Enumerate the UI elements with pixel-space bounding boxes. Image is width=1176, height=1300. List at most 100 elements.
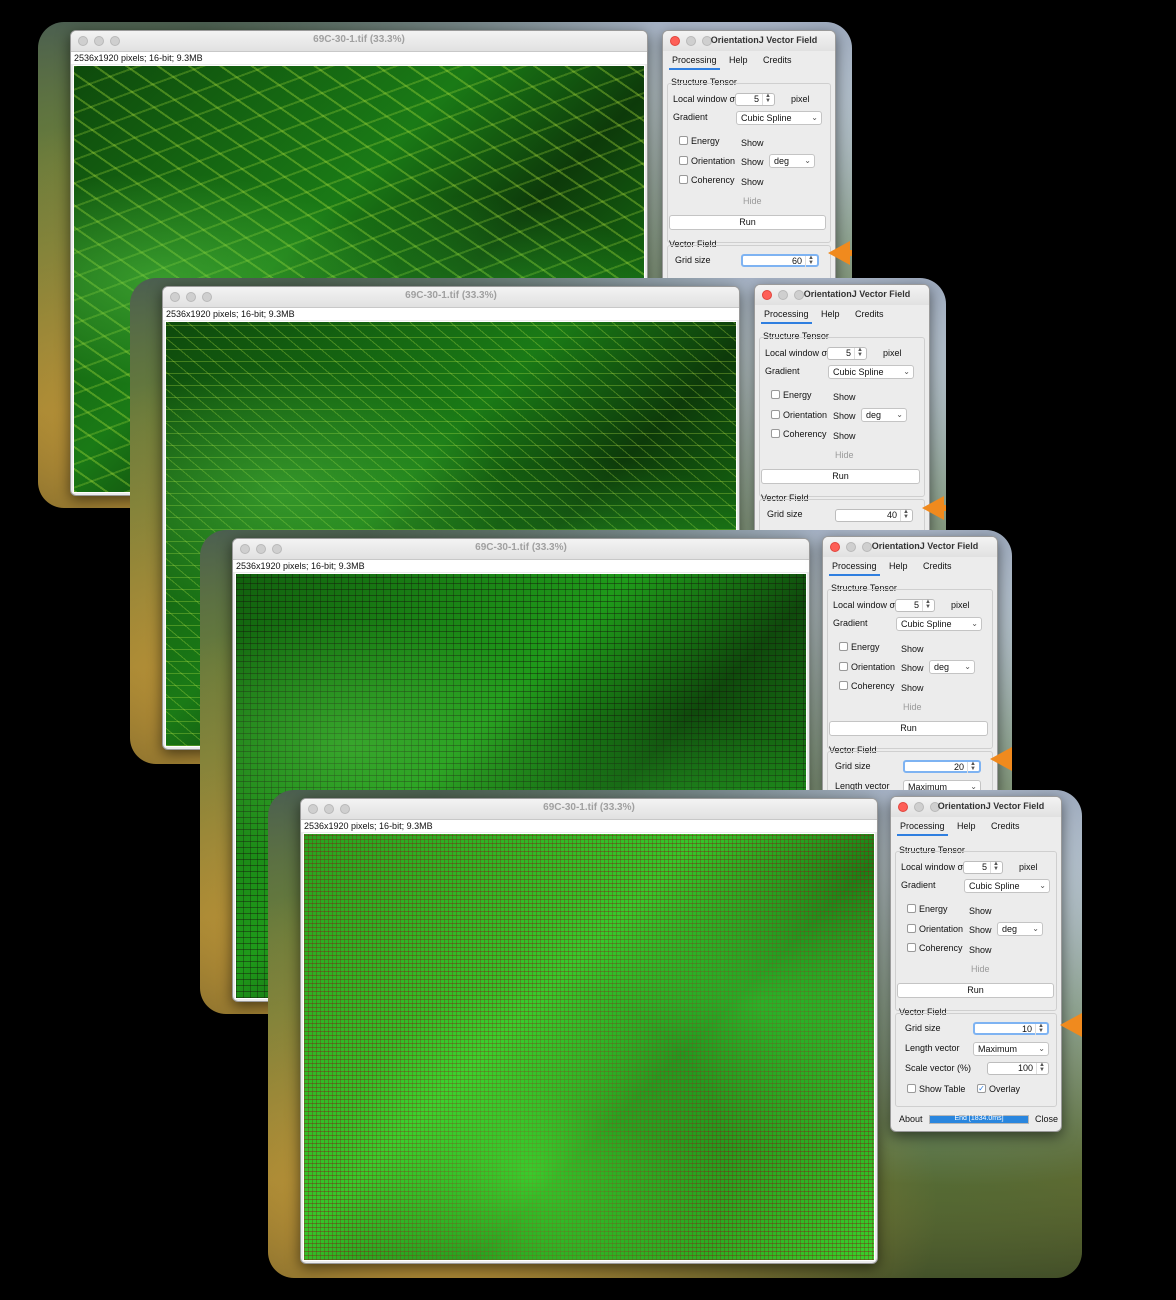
image-canvas[interactable] xyxy=(303,833,875,1261)
window-titlebar[interactable]: 69C-30-1.tif (33.3%) xyxy=(71,31,647,52)
tab-credits[interactable]: Credits xyxy=(763,55,792,65)
chevron-down-icon: ⌄ xyxy=(896,410,903,419)
stepper-arrows-icon[interactable]: ▲ ▼ xyxy=(762,93,773,105)
orientation-unit-select[interactable]: deg ⌄ xyxy=(861,408,907,422)
run-button[interactable]: Run xyxy=(761,469,920,484)
local-window-stepper[interactable]: 5 ▲ ▼ xyxy=(827,347,867,360)
coherency-show-label: Show xyxy=(901,683,924,693)
stepper-arrows-icon[interactable]: ▲ ▼ xyxy=(1035,1023,1046,1035)
window-titlebar[interactable]: 69C-30-1.tif (33.3%) xyxy=(163,287,739,308)
panel-titlebar[interactable]: OrientationJ Vector Field xyxy=(663,31,835,51)
run-button[interactable]: Run xyxy=(669,215,826,230)
local-window-stepper[interactable]: 5 ▲ ▼ xyxy=(963,861,1003,874)
coherency-checkbox[interactable] xyxy=(771,429,780,438)
gradient-value: Cubic Spline xyxy=(901,619,952,629)
orientation-unit-select[interactable]: deg ⌄ xyxy=(997,922,1043,936)
tab-processing[interactable]: Processing xyxy=(897,821,948,836)
local-window-stepper[interactable]: 5 ▲ ▼ xyxy=(895,599,935,612)
gradient-value: Cubic Spline xyxy=(833,367,884,377)
gradient-select[interactable]: Cubic Spline ⌄ xyxy=(896,617,982,631)
energy-show-label: Show xyxy=(969,906,992,916)
arrow-left-icon xyxy=(922,496,946,520)
grid-size-stepper[interactable]: 20 ▲ ▼ xyxy=(903,760,981,773)
tab-processing[interactable]: Processing xyxy=(761,309,812,324)
run-button[interactable]: Run xyxy=(897,983,1054,998)
coherency-label: Coherency xyxy=(851,681,895,691)
coherency-checkbox[interactable] xyxy=(907,943,916,952)
gradient-select[interactable]: Cubic Spline ⌄ xyxy=(736,111,822,125)
energy-checkbox[interactable] xyxy=(771,390,780,399)
stepper-arrows-icon[interactable]: ▲ ▼ xyxy=(990,861,1001,873)
orientation-checkbox[interactable] xyxy=(679,156,688,165)
grid-size-stepper[interactable]: 10 ▲ ▼ xyxy=(973,1022,1049,1035)
length-vector-value: Maximum xyxy=(978,1044,1018,1054)
stepper-arrows-icon[interactable]: ▲ ▼ xyxy=(854,347,865,359)
orientation-show-label: Show xyxy=(833,411,856,421)
stepper-arrows-icon[interactable]: ▲ ▼ xyxy=(922,599,933,611)
close-dot-icon[interactable] xyxy=(762,290,772,300)
tab-credits[interactable]: Credits xyxy=(991,821,1020,831)
tab-processing[interactable]: Processing xyxy=(829,561,880,576)
gradient-value: Cubic Spline xyxy=(741,113,792,123)
tab-bar: Processing Help Credits xyxy=(891,821,1061,839)
panel-titlebar[interactable]: OrientationJ Vector Field xyxy=(755,285,929,305)
hide-label: Hide xyxy=(903,702,922,712)
scale-vector-stepper[interactable]: 100 ▲ ▼ xyxy=(987,1062,1049,1075)
close-link[interactable]: Close xyxy=(1035,1114,1058,1124)
tab-processing[interactable]: Processing xyxy=(669,55,720,70)
deg-value: deg xyxy=(774,156,790,166)
tab-credits[interactable]: Credits xyxy=(855,309,884,319)
close-dot-icon[interactable] xyxy=(670,36,680,46)
panel-titlebar[interactable]: OrientationJ Vector Field xyxy=(823,537,997,557)
orientation-checkbox[interactable] xyxy=(839,662,848,671)
orientation-unit-select[interactable]: deg ⌄ xyxy=(769,154,815,168)
stepper-arrows-icon[interactable]: ▲ ▼ xyxy=(967,761,978,773)
local-window-value: 5 xyxy=(845,348,851,358)
tab-help[interactable]: Help xyxy=(957,821,976,831)
show-table-checkbox[interactable] xyxy=(907,1084,916,1093)
tab-help[interactable]: Help xyxy=(821,309,840,319)
energy-show-label: Show xyxy=(741,138,764,148)
coherency-checkbox[interactable] xyxy=(679,175,688,184)
close-dot-icon[interactable] xyxy=(830,542,840,552)
orientation-unit-select[interactable]: deg ⌄ xyxy=(929,660,975,674)
orientation-checkbox[interactable] xyxy=(771,410,780,419)
orientation-label: Orientation xyxy=(919,924,964,934)
grid-size-value: 40 xyxy=(886,510,897,520)
energy-checkbox[interactable] xyxy=(907,904,916,913)
energy-label: Energy xyxy=(691,136,720,146)
run-button[interactable]: Run xyxy=(829,721,988,736)
orientation-show-label: Show xyxy=(969,925,992,935)
grid-size-label: Grid size xyxy=(675,255,711,265)
window-titlebar[interactable]: 69C-30-1.tif (33.3%) xyxy=(233,539,809,560)
image-info: 2536x1920 pixels; 16-bit; 9.3MB xyxy=(233,560,809,572)
orientation-checkbox[interactable] xyxy=(907,924,916,933)
coherency-checkbox[interactable] xyxy=(839,681,848,690)
length-vector-select[interactable]: Maximum ⌄ xyxy=(973,1042,1049,1056)
local-window-label: Local window σ xyxy=(765,348,828,358)
energy-checkbox[interactable] xyxy=(839,642,848,651)
image-window[interactable]: 69C-30-1.tif (33.3%) 2536x1920 pixels; 1… xyxy=(300,798,878,1264)
stepper-arrows-icon[interactable]: ▲ ▼ xyxy=(805,255,816,267)
tab-help[interactable]: Help xyxy=(889,561,908,571)
grid-size-stepper[interactable]: 40 ▲ ▼ xyxy=(835,509,913,522)
about-link[interactable]: About xyxy=(899,1114,923,1124)
overlay-checkbox[interactable]: ✓ xyxy=(977,1084,986,1093)
energy-checkbox[interactable] xyxy=(679,136,688,145)
tab-help[interactable]: Help xyxy=(729,55,748,65)
window-titlebar[interactable]: 69C-30-1.tif (33.3%) xyxy=(301,799,877,820)
panel-titlebar[interactable]: OrientationJ Vector Field xyxy=(891,797,1061,817)
stepper-arrows-icon[interactable]: ▲ ▼ xyxy=(1036,1062,1047,1074)
coherency-label: Coherency xyxy=(691,175,735,185)
tab-credits[interactable]: Credits xyxy=(923,561,952,571)
gradient-select[interactable]: Cubic Spline ⌄ xyxy=(828,365,914,379)
window-title: 69C-30-1.tif (33.3%) xyxy=(475,542,567,553)
tab-bar: Processing Help Credits xyxy=(663,55,835,73)
local-window-stepper[interactable]: 5 ▲ ▼ xyxy=(735,93,775,106)
grid-size-stepper[interactable]: 60 ▲ ▼ xyxy=(741,254,819,267)
gradient-label: Gradient xyxy=(673,112,708,122)
stepper-arrows-icon[interactable]: ▲ ▼ xyxy=(900,509,911,521)
chevron-down-icon: ⌄ xyxy=(903,367,910,376)
close-dot-icon[interactable] xyxy=(898,802,908,812)
gradient-select[interactable]: Cubic Spline ⌄ xyxy=(964,879,1050,893)
